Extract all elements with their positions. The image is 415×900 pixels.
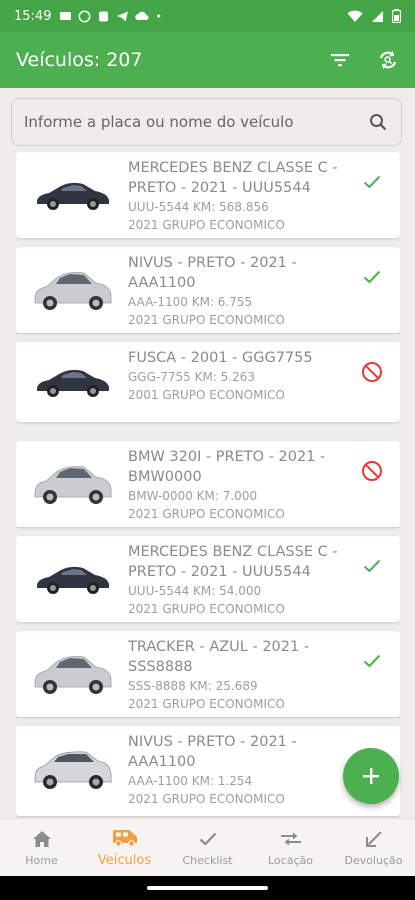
filter-icon — [331, 54, 349, 67]
blocked-icon — [362, 461, 382, 481]
vehicle-status — [360, 459, 384, 483]
vehicle-status — [360, 649, 384, 673]
vehicle-image — [28, 644, 118, 704]
vehicle-name: NIVUS - PRETO - 2021 - AAA1100 — [128, 255, 297, 291]
nav-checklist[interactable]: Checklist — [166, 819, 249, 876]
vehicle-status — [360, 554, 384, 578]
vehicle-plate-km: SSS-8888 KM: 25.689 — [128, 679, 258, 693]
filter-button[interactable] — [329, 49, 351, 71]
status-time: 15:49 — [14, 8, 52, 24]
nav-label: Devolução — [344, 854, 403, 867]
cloud-icon — [135, 11, 149, 20]
home-icon — [32, 831, 51, 847]
silver-suv-image — [34, 751, 112, 789]
check-icon — [363, 270, 381, 284]
vehicle-plate-km: AAA-1100 KM: 6.755 — [128, 295, 253, 309]
check-icon — [363, 559, 381, 573]
message-icon — [60, 11, 72, 20]
vehicle-group: 2021 GRUPO ECONOMICO — [128, 697, 285, 711]
search-input[interactable] — [24, 113, 367, 131]
vehicle-image — [28, 549, 118, 609]
vehicle-card[interactable]: NIVUS - PRETO - 2021 - AAA1100 AAA-1100 … — [16, 247, 400, 333]
van-icon — [112, 830, 137, 847]
nav-rental[interactable]: Locação — [249, 819, 332, 876]
vehicle-plate-km: UUU-5544 KM: 54.000 — [128, 584, 262, 598]
refresh-search-button[interactable] — [377, 49, 399, 71]
search-button[interactable] — [367, 111, 389, 133]
vehicle-group: 2021 GRUPO ECONOMICO — [128, 792, 285, 806]
plus-icon — [363, 768, 379, 784]
refresh-search-icon — [379, 51, 397, 69]
nav-vehicles[interactable]: Veículos — [83, 819, 166, 876]
vehicle-card[interactable]: FUSCA - 2001 - GGG7755 GGG-7755 KM: 5.26… — [16, 342, 400, 422]
signal-icon — [372, 10, 383, 22]
dark-sedan-image — [37, 566, 109, 594]
vehicle-name: TRACKER - AZUL - 2021 - SSS8888 — [128, 639, 310, 675]
nav-label: Veículos — [97, 853, 152, 868]
whatsapp-icon — [79, 10, 91, 22]
search-icon — [370, 114, 387, 131]
vehicle-plate-km: UUU-5544 KM: 568.856 — [128, 200, 269, 214]
vehicle-name: MERCEDES BENZ CLASSE C - PRETO - 2021 - … — [128, 544, 338, 580]
vehicle-status — [360, 360, 384, 384]
dark-sedan-image — [37, 369, 109, 397]
vehicle-list: MERCEDES BENZ CLASSE C - PRETO - 2021 - … — [16, 152, 400, 818]
search-bar — [11, 98, 402, 146]
vehicle-card[interactable]: MERCEDES BENZ CLASSE C - PRETO - 2021 - … — [16, 536, 400, 622]
vehicle-group: 2021 GRUPO ECONOMICO — [128, 602, 285, 616]
home-indicator[interactable] — [147, 886, 268, 890]
swap-icon — [280, 832, 301, 846]
vehicle-group: 2001 GRUPO ECONOMICO — [128, 388, 285, 402]
vehicle-group: 2021 GRUPO ECONOMICO — [128, 313, 285, 327]
bottom-nav: Home Veículos Checklist Locação Devoluçã… — [0, 818, 415, 876]
vehicle-image — [28, 165, 118, 225]
return-arrow-icon — [365, 831, 382, 847]
nav-home[interactable]: Home — [0, 819, 83, 876]
dark-sedan-image — [37, 182, 109, 210]
app-bar: Veículos: 207 — [0, 32, 415, 88]
nav-label: Checklist — [182, 854, 233, 867]
vehicle-card[interactable]: BMW 320I - PRETO - 2021 - BMW0000 BMW-00… — [16, 441, 400, 527]
nav-label: Locação — [268, 854, 313, 867]
vehicle-name: NIVUS - PRETO - 2021 - AAA1100 — [128, 734, 297, 770]
wifi-icon — [347, 10, 363, 22]
vehicle-card[interactable]: MERCEDES BENZ CLASSE C - PRETO - 2021 - … — [16, 152, 400, 238]
vehicle-status — [360, 170, 384, 194]
vehicle-image — [28, 454, 118, 514]
page-title: Veículos: 207 — [16, 49, 143, 71]
telegram-icon — [117, 11, 129, 21]
check-icon — [363, 654, 381, 668]
vehicle-plate-km: GGG-7755 KM: 5.263 — [128, 370, 256, 384]
check-icon — [363, 175, 381, 189]
silver-sedan-image — [34, 272, 112, 310]
vehicle-group: 2021 GRUPO ECONOMICO — [128, 218, 285, 232]
status-bar: 15:49 • — [0, 0, 415, 32]
vehicle-image — [28, 739, 118, 799]
vehicle-name: MERCEDES BENZ CLASSE C - PRETO - 2021 - … — [128, 160, 338, 196]
silver-sedan-image — [34, 466, 112, 504]
status-dot: • — [155, 9, 162, 23]
check-icon — [199, 832, 216, 846]
vehicle-card[interactable]: TRACKER - AZUL - 2021 - SSS8888 SSS-8888… — [16, 631, 400, 717]
add-vehicle-button[interactable] — [343, 748, 399, 804]
vehicle-plate-km: AAA-1100 KM: 1.254 — [128, 774, 253, 788]
vehicle-plate-km: BMW-0000 KM: 7.000 — [128, 489, 258, 503]
notification-icons: • — [59, 10, 162, 23]
vehicle-name: BMW 320I - PRETO - 2021 - BMW0000 — [128, 449, 326, 485]
vehicle-name: FUSCA - 2001 - GGG7755 — [128, 350, 313, 366]
nav-return[interactable]: Devolução — [332, 819, 415, 876]
vehicle-status — [360, 265, 384, 289]
silver-sedan-image — [34, 656, 112, 694]
vehicle-image — [28, 260, 118, 320]
vehicle-image — [28, 352, 118, 412]
system-gesture-bar — [0, 876, 415, 900]
blocked-icon — [362, 362, 382, 382]
nav-label: Home — [25, 854, 58, 867]
phone-icon — [99, 11, 109, 21]
battery-icon — [392, 9, 401, 23]
vehicle-group: 2021 GRUPO ECONOMICO — [128, 507, 285, 521]
